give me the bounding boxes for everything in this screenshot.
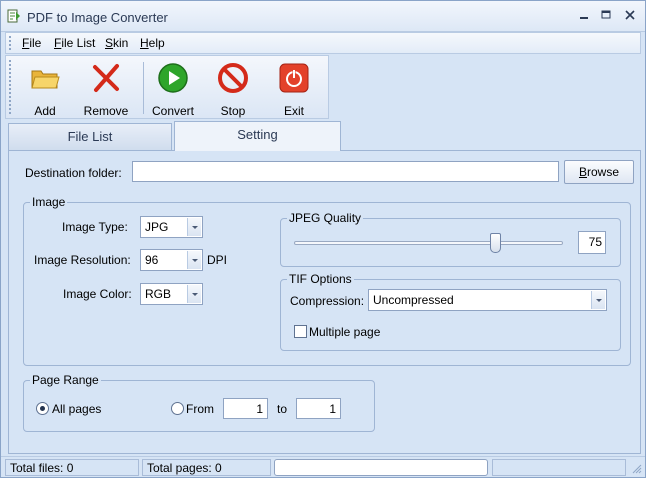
compression-select[interactable]: Uncompressed bbox=[368, 289, 607, 311]
chevron-down-icon[interactable] bbox=[187, 251, 201, 269]
main-window: PDF to Image Converter File File List Sk… bbox=[0, 0, 646, 478]
chevron-down-icon[interactable] bbox=[187, 218, 201, 236]
app-icon bbox=[7, 9, 20, 23]
page-range-group: Page Range All pages From 1 to 1 bbox=[23, 373, 375, 432]
jpeg-quality-slider-track[interactable] bbox=[294, 241, 563, 245]
toolbar-grip[interactable] bbox=[9, 60, 12, 114]
tif-options-group: TIF Options Compression: Uncompressed Mu… bbox=[280, 272, 621, 351]
from-page-input[interactable]: 1 bbox=[223, 398, 268, 419]
stop-icon bbox=[218, 63, 248, 93]
jpeg-quality-group: JPEG Quality 75 bbox=[280, 211, 621, 267]
minimize-icon[interactable] bbox=[575, 8, 593, 24]
power-icon bbox=[279, 63, 309, 93]
tab-setting[interactable]: Setting bbox=[174, 121, 341, 151]
image-resolution-label: Image Resolution: bbox=[34, 253, 131, 267]
image-group: Image Image Type: JPG Image Resolution: … bbox=[23, 195, 631, 366]
menu-file-list[interactable]: File List bbox=[54, 36, 95, 50]
add-button[interactable]: Add bbox=[15, 58, 75, 118]
image-type-select[interactable]: JPG bbox=[140, 216, 203, 238]
dpi-unit-label: DPI bbox=[207, 253, 228, 267]
menu-help[interactable]: Help bbox=[140, 36, 165, 50]
destination-folder-label: Destination folder: bbox=[25, 166, 122, 180]
multiple-page-checkbox[interactable] bbox=[294, 325, 307, 338]
destination-folder-input[interactable] bbox=[132, 161, 559, 182]
menu-skin[interactable]: Skin bbox=[105, 36, 128, 50]
resize-grip-icon[interactable] bbox=[631, 463, 642, 474]
add-label: Add bbox=[34, 104, 56, 118]
total-files-status: Total files: 0 bbox=[5, 459, 139, 476]
all-pages-label[interactable]: All pages bbox=[52, 402, 101, 416]
stop-button[interactable]: Stop bbox=[203, 58, 263, 118]
jpeg-quality-slider-thumb[interactable] bbox=[490, 233, 502, 253]
maximize-icon[interactable] bbox=[597, 8, 615, 24]
menu-bar: File File List Skin Help bbox=[5, 32, 641, 54]
image-color-label: Image Color: bbox=[63, 287, 132, 301]
convert-label: Convert bbox=[151, 104, 195, 118]
stop-label: Stop bbox=[220, 104, 246, 118]
image-resolution-select[interactable]: 96 bbox=[140, 249, 203, 271]
remove-x-icon bbox=[93, 64, 119, 92]
exit-label: Exit bbox=[283, 104, 304, 118]
status-empty-cell bbox=[492, 459, 626, 476]
compression-label: Compression: bbox=[290, 294, 365, 308]
image-type-label: Image Type: bbox=[62, 220, 128, 234]
folder-icon bbox=[31, 70, 60, 89]
image-group-title: Image bbox=[30, 195, 68, 209]
menu-file[interactable]: File bbox=[22, 36, 41, 50]
to-page-input[interactable]: 1 bbox=[296, 398, 341, 419]
toolbar: Add Remove Convert Stop Exit bbox=[5, 55, 329, 119]
chevron-down-icon[interactable] bbox=[187, 285, 201, 303]
exit-button[interactable]: Exit bbox=[264, 58, 324, 118]
total-pages-status: Total pages: 0 bbox=[142, 459, 271, 476]
remove-label: Remove bbox=[83, 104, 129, 118]
conversion-progress-bar bbox=[274, 459, 488, 476]
chevron-down-icon[interactable] bbox=[591, 291, 605, 309]
play-icon bbox=[158, 63, 188, 93]
status-bar: Total files: 0 Total pages: 0 bbox=[1, 456, 645, 477]
from-label[interactable]: From bbox=[186, 402, 214, 416]
close-icon[interactable] bbox=[621, 8, 639, 24]
tif-options-title: TIF Options bbox=[287, 272, 354, 286]
to-label: to bbox=[277, 402, 288, 416]
all-pages-radio[interactable] bbox=[36, 402, 49, 415]
convert-button[interactable]: Convert bbox=[143, 58, 203, 118]
from-radio[interactable] bbox=[171, 402, 184, 415]
page-range-title: Page Range bbox=[30, 373, 101, 387]
jpeg-quality-title: JPEG Quality bbox=[287, 211, 364, 225]
remove-button[interactable]: Remove bbox=[76, 58, 136, 118]
multiple-page-label[interactable]: Multiple page bbox=[309, 325, 380, 339]
settings-panel: Destination folder: Browse Image Image T… bbox=[8, 150, 641, 454]
image-color-select[interactable]: RGB bbox=[140, 283, 203, 305]
jpeg-quality-input[interactable]: 75 bbox=[578, 231, 606, 254]
browse-button[interactable]: Browse bbox=[564, 160, 634, 184]
title-bar[interactable]: PDF to Image Converter bbox=[1, 1, 645, 32]
menu-grip[interactable] bbox=[9, 36, 12, 50]
window-title: PDF to Image Converter bbox=[27, 10, 168, 25]
tab-file-list[interactable]: File List bbox=[8, 123, 172, 151]
